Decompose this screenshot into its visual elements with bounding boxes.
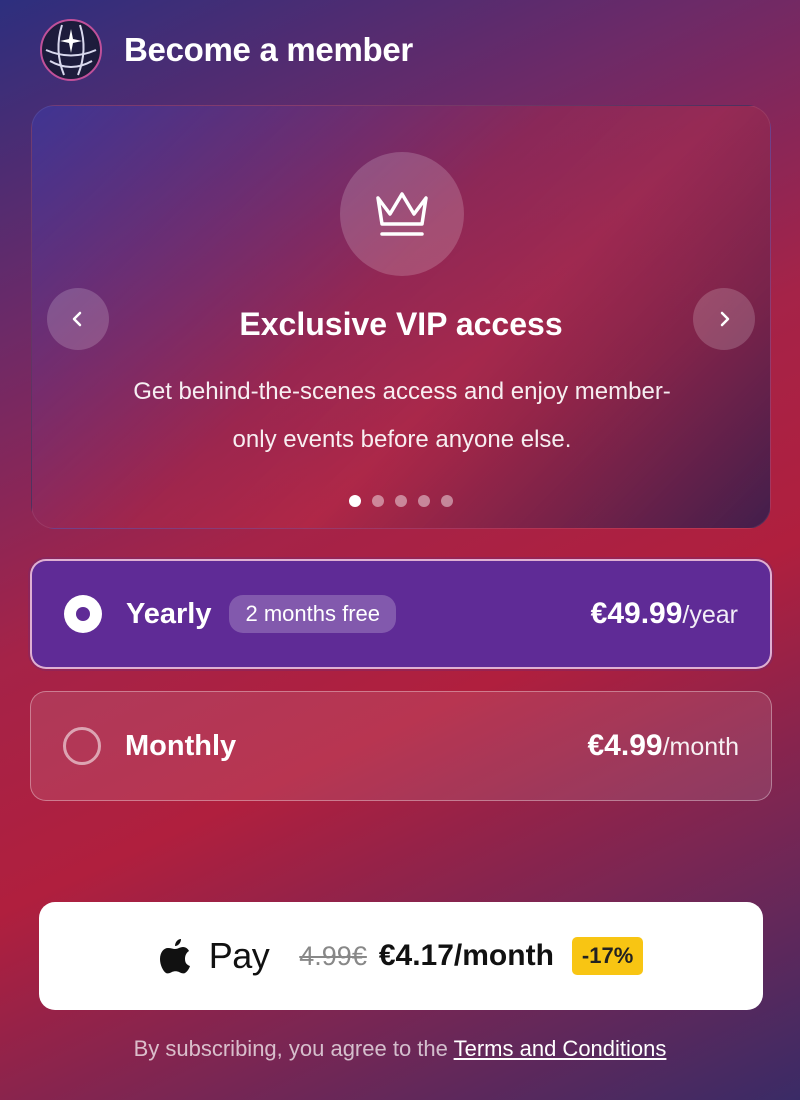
pay-label: Pay — [208, 935, 270, 976]
carousel-dot-4[interactable] — [418, 495, 430, 507]
carousel-next-button[interactable] — [693, 288, 755, 350]
feature-carousel: Exclusive VIP access Get behind-the-scen… — [31, 105, 771, 529]
carousel-pagination — [32, 495, 770, 507]
header: Become a member — [40, 19, 413, 81]
plan-price-amount: €4.99 — [587, 729, 663, 762]
carousel-dot-2[interactable] — [372, 495, 384, 507]
avatar[interactable] — [40, 19, 102, 81]
plan-badge: 2 months free — [229, 595, 396, 633]
chevron-right-icon — [720, 311, 730, 327]
plan-name: Yearly — [126, 597, 212, 630]
terms-link[interactable]: Terms and Conditions — [454, 1036, 667, 1061]
slide-title: Exclusive VIP access — [239, 306, 563, 342]
radio-selected[interactable] — [64, 595, 102, 633]
carousel-dot-1[interactable] — [349, 495, 361, 507]
plan-price-amount: €49.99 — [590, 597, 683, 630]
apple-pay-logo: Pay — [159, 935, 270, 977]
carousel-dot-3[interactable] — [395, 495, 407, 507]
plan-option-monthly[interactable]: Monthly €4.99/month — [30, 691, 772, 801]
old-price: 4.99€ — [299, 940, 367, 971]
carousel-dot-5[interactable] — [441, 495, 453, 507]
radio-unselected[interactable] — [63, 727, 101, 765]
plan-option-yearly[interactable]: Yearly 2 months free €49.99/year — [30, 559, 772, 669]
new-price: €4.17/month — [378, 939, 554, 972]
terms-footer: By subscribing, you agree to the Terms a… — [0, 1036, 800, 1062]
apple-icon — [159, 939, 190, 974]
plan-price-period: /month — [662, 733, 739, 761]
basketball-logo-icon — [44, 23, 98, 77]
discount-badge: -17% — [571, 937, 644, 975]
page-title: Become a member — [124, 31, 413, 68]
plan-price: €4.99/month — [587, 729, 739, 763]
plan-price-period: /year — [682, 601, 738, 629]
apple-pay-button[interactable]: Pay 4.99€ €4.17/month -17% — [39, 902, 763, 1010]
plan-name: Monthly — [125, 729, 237, 762]
slide-description: Get behind-the-scenes access and enjoy m… — [133, 378, 671, 453]
crown-badge — [340, 152, 464, 276]
plan-price: €49.99/year — [591, 597, 738, 631]
crown-icon — [376, 192, 428, 236]
terms-text: By subscribing, you agree to the — [133, 1036, 454, 1061]
